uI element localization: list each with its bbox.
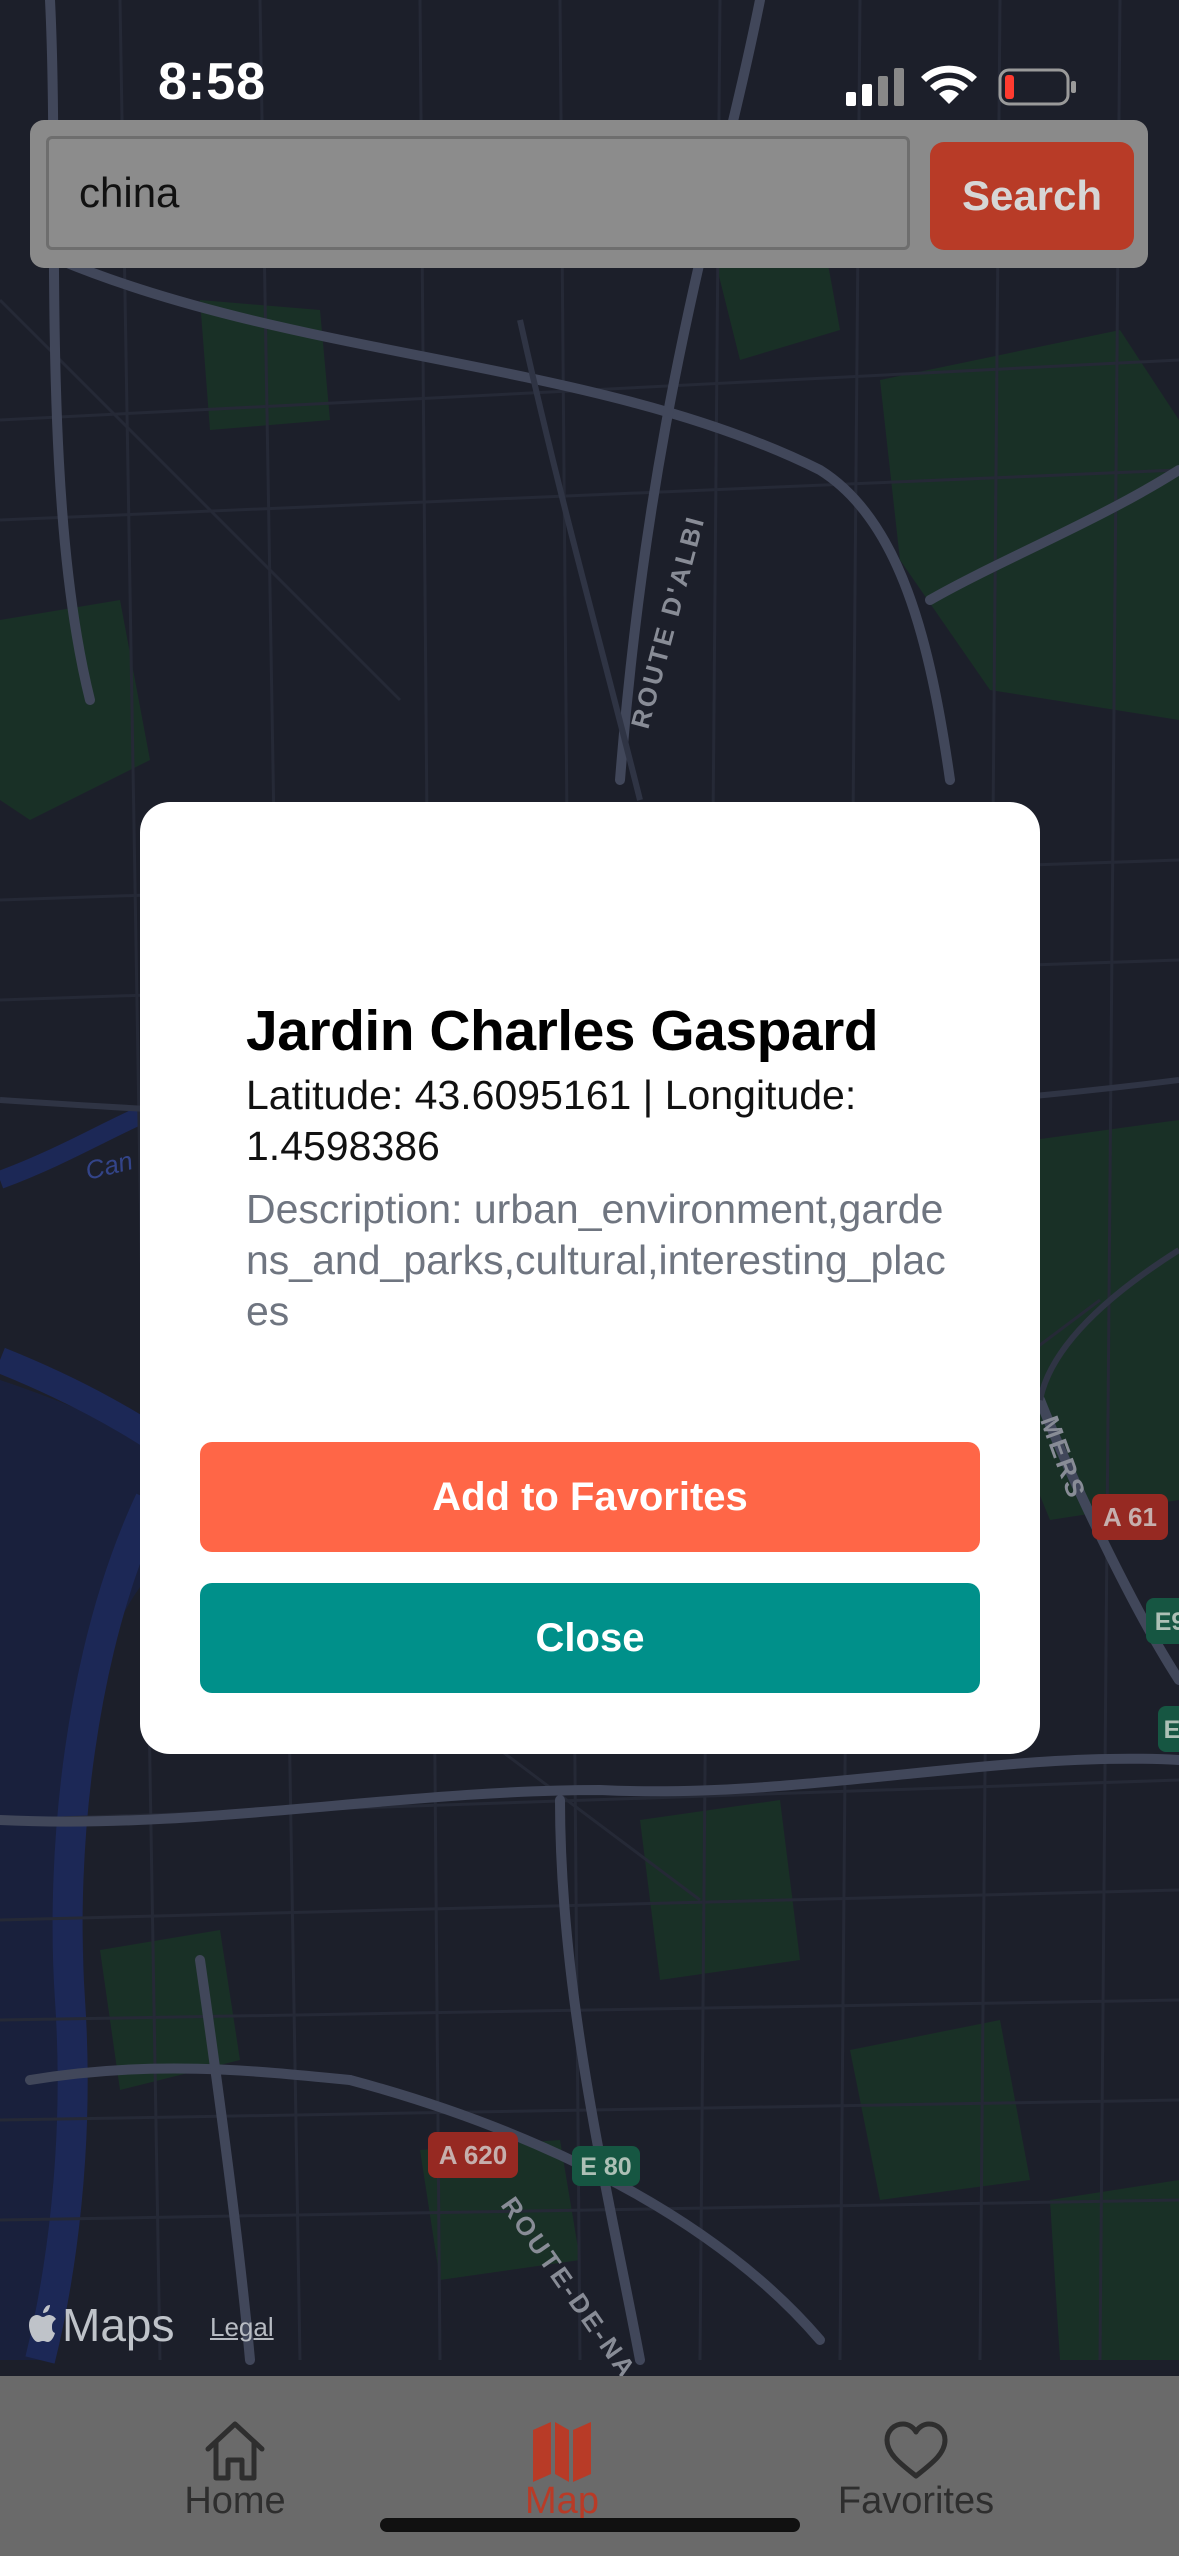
apple-maps-logo: Maps: [28, 2298, 188, 2358]
search-bar: Search: [30, 120, 1148, 268]
tab-favorites[interactable]: Favorites: [786, 2376, 1046, 2526]
home-icon: [205, 2421, 265, 2481]
place-coordinates: Latitude: 43.6095161 | Longitude: 1.4598…: [246, 1072, 857, 1169]
close-button[interactable]: Close: [200, 1583, 980, 1693]
tab-label: Home: [184, 2480, 286, 2522]
maps-label: Maps: [62, 2299, 175, 2351]
map-icon: [533, 2422, 591, 2482]
legal-link[interactable]: Legal: [210, 2312, 290, 2352]
battery-icon: [998, 68, 1076, 106]
search-input[interactable]: [46, 136, 910, 250]
cellular-signal-icon: [846, 68, 904, 106]
tab-home[interactable]: Home: [105, 2376, 365, 2526]
place-title: Jardin Charles Gaspard: [246, 999, 879, 1063]
heart-icon: [884, 2421, 948, 2479]
tab-map[interactable]: Map: [432, 2376, 692, 2526]
status-icons: [846, 65, 1076, 106]
tab-label: Map: [525, 2480, 599, 2522]
place-description: Description: urban_environment,gardens_a…: [246, 1186, 946, 1334]
place-details-modal: Jardin Charles Gaspard Latitude: 43.6095…: [140, 802, 1040, 1754]
search-button[interactable]: Search: [930, 142, 1134, 250]
tab-label: Favorites: [837, 2480, 995, 2522]
home-indicator: [380, 2518, 800, 2532]
add-to-favorites-button[interactable]: Add to Favorites: [200, 1442, 980, 1552]
status-time: 8:58: [158, 53, 267, 111]
apple-logo-icon: [29, 2305, 56, 2342]
wifi-icon: [921, 65, 977, 104]
